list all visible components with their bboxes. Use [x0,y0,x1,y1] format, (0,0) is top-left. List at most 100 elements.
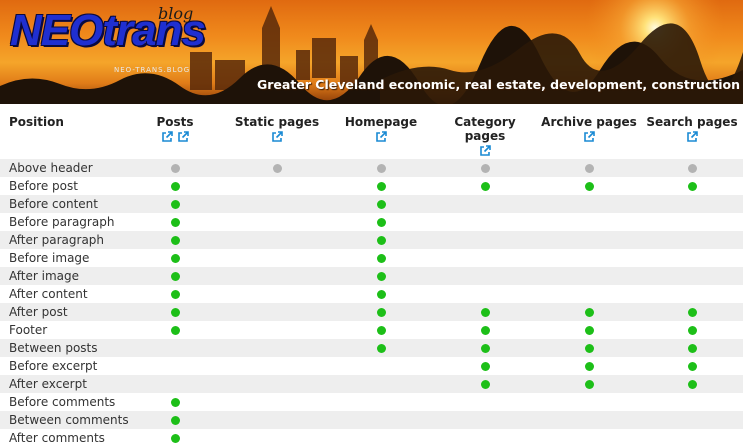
table-cell [433,411,537,429]
table-cell [225,357,329,375]
ad-positions-table: Position Posts Static pages Homepage Cat… [0,112,743,447]
table-cell [433,159,537,177]
enabled-dot-icon [170,290,180,299]
table-cell [641,429,743,447]
table-cell [225,375,329,393]
column-header: Homepage [329,112,433,159]
table-cell [537,195,641,213]
table-cell [641,177,743,195]
table-cell [433,375,537,393]
table-cell [433,393,537,411]
table-cell [125,429,225,447]
table-header-row: Position Posts Static pages Homepage Cat… [0,112,743,159]
table-cell [329,285,433,303]
position-label: Before image [9,251,90,265]
table-cell [329,303,433,321]
external-link-icon[interactable] [583,131,595,143]
table-cell [537,429,641,447]
external-link-icon[interactable] [161,131,173,143]
enabled-dot-icon [584,362,594,371]
table-cell [433,213,537,231]
table-row: Before image [0,249,743,267]
table-cell [125,177,225,195]
column-header: Category pages [433,112,537,159]
table-cell [641,393,743,411]
external-link-icon[interactable] [177,131,189,143]
unavailable-dot-icon [170,164,180,173]
table-cell [125,159,225,177]
table-row: After comments [0,429,743,447]
table-cell [225,159,329,177]
table-cell [433,303,537,321]
table-cell [329,249,433,267]
table-cell [125,411,225,429]
enabled-dot-icon [376,344,386,353]
position-label: Before post [9,179,78,193]
enabled-dot-icon [480,380,490,389]
table-cell [641,375,743,393]
external-link-icon[interactable] [271,131,283,143]
table-cell [329,195,433,213]
enabled-dot-icon [170,398,180,407]
table-cell [641,231,743,249]
logo-blog-suffix: blog [158,4,194,23]
table-cell [433,285,537,303]
table-cell [433,339,537,357]
table-cell [537,213,641,231]
table-cell [537,393,641,411]
table-cell [125,231,225,249]
enabled-dot-icon [376,236,386,245]
site-banner[interactable]: NEOtrans blog NEO-TRANS.BLOG Greater Cle… [0,0,743,104]
table-cell [537,357,641,375]
enabled-dot-icon [376,308,386,317]
table-cell [329,267,433,285]
enabled-dot-icon [480,182,490,191]
table-cell [329,357,433,375]
table-row: Between posts [0,339,743,357]
table-cell [537,285,641,303]
table-row: Before post [0,177,743,195]
table-cell [433,429,537,447]
table-cell [433,177,537,195]
position-label: Before paragraph [9,215,115,229]
table-cell [641,339,743,357]
external-link-icon[interactable] [375,131,387,143]
unavailable-dot-icon [272,164,282,173]
table-cell [537,339,641,357]
table-row: Before content [0,195,743,213]
table-cell [125,249,225,267]
position-label: Between comments [0,411,129,429]
table-cell [329,411,433,429]
external-link-icon[interactable] [479,145,491,157]
table-cell [641,357,743,375]
position-label: After content [9,287,88,301]
position-label: Before comments [9,395,116,409]
enabled-dot-icon [480,362,490,371]
table-cell [641,321,743,339]
table-row: After excerpt [0,375,743,393]
enabled-dot-icon [480,308,490,317]
table-cell [125,213,225,231]
table-cell [329,375,433,393]
table-cell [225,267,329,285]
table-row: After content [0,285,743,303]
table-cell [329,321,433,339]
position-label: Above header [0,159,125,177]
enabled-dot-icon [170,326,180,335]
table-cell [641,303,743,321]
position-label: After comments [9,431,105,445]
table-cell [225,285,329,303]
table-cell [225,411,329,429]
table-cell [125,267,225,285]
table-cell [225,231,329,249]
position-column-header: Position [9,115,64,129]
enabled-dot-icon [687,308,697,317]
enabled-dot-icon [687,326,697,335]
enabled-dot-icon [376,182,386,191]
position-label: Footer [9,323,48,337]
enabled-dot-icon [480,344,490,353]
table-cell [537,411,641,429]
external-link-icon[interactable] [686,131,698,143]
enabled-dot-icon [170,308,180,317]
enabled-dot-icon [376,218,386,227]
